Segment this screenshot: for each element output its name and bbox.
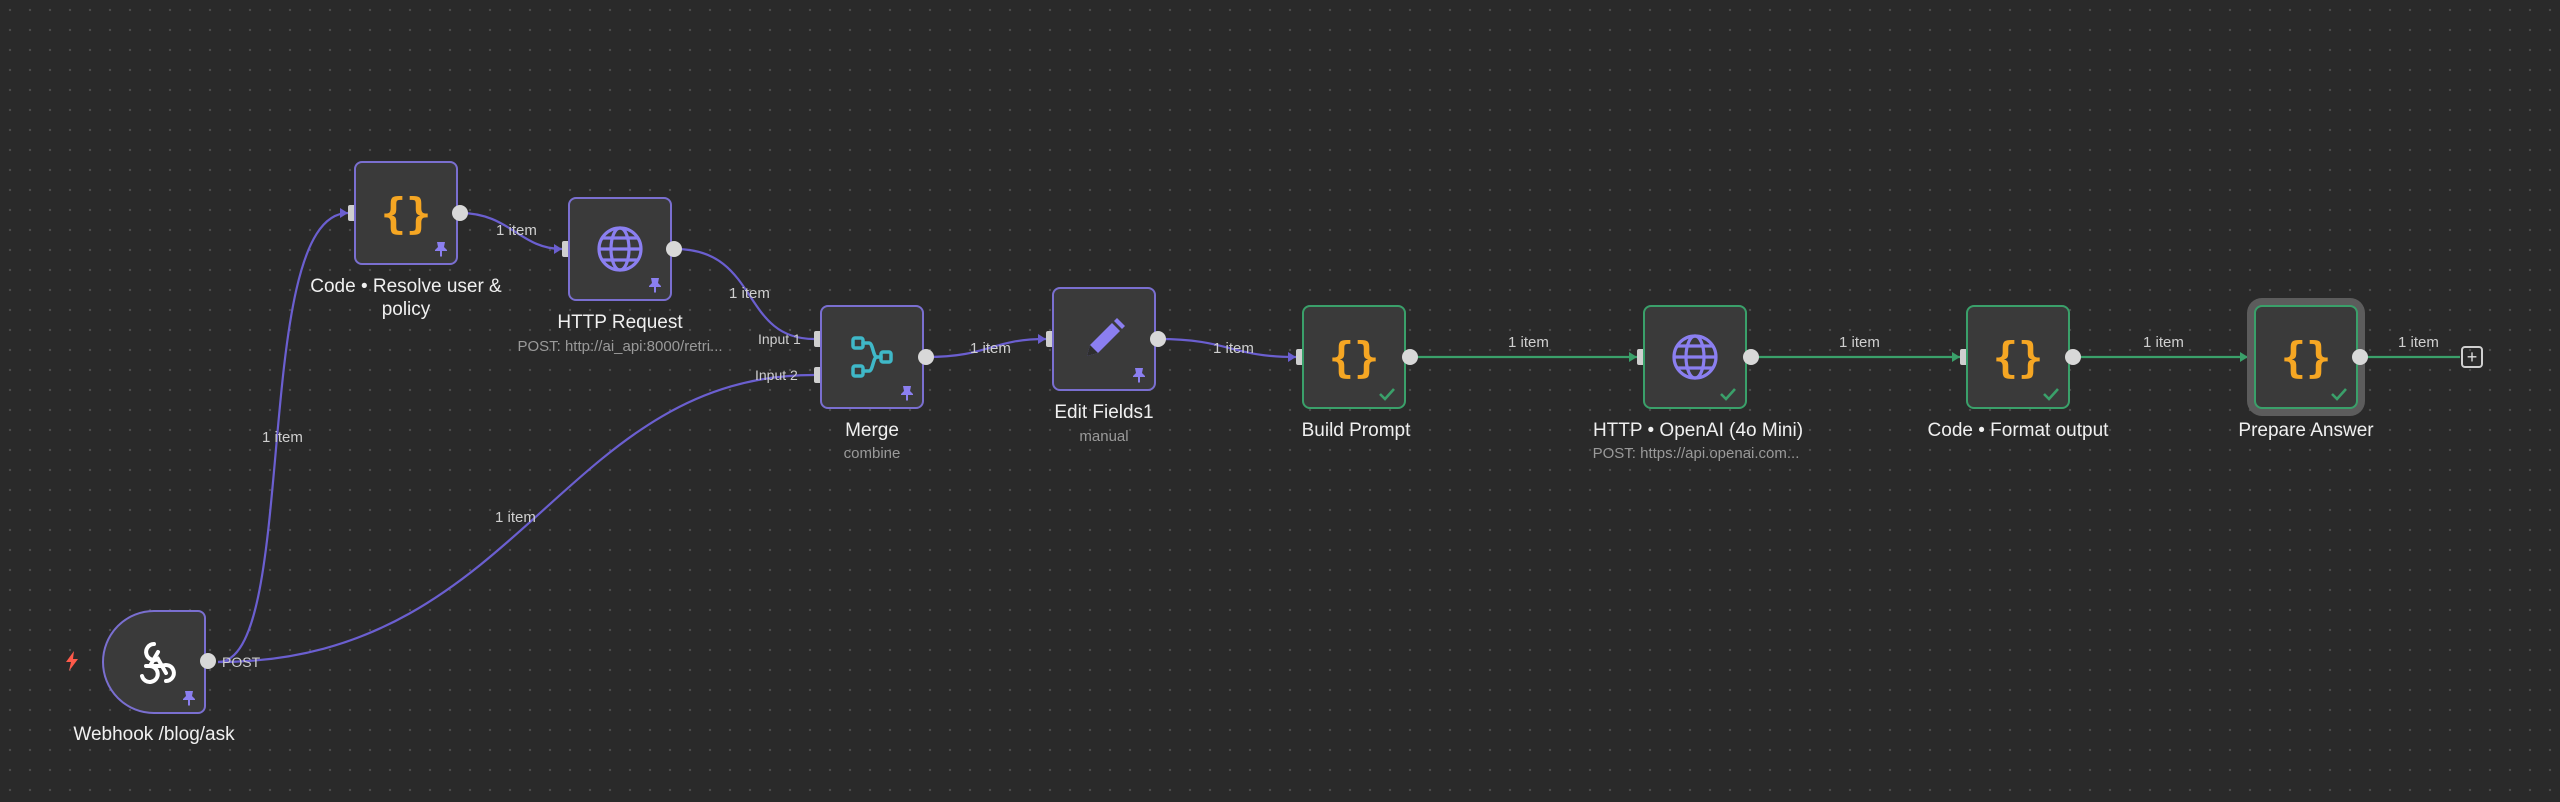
merge-subtitle: combine (843, 445, 901, 462)
pin-icon (183, 691, 195, 706)
trigger-bolt-icon (66, 651, 78, 671)
node-code-resolve-user-policy[interactable]: {} (354, 161, 458, 265)
code-resolve-output-port[interactable] (452, 205, 468, 221)
edge-label-edit-to-build: 1 item (1213, 340, 1254, 357)
http-openai-output-port[interactable] (1743, 349, 1759, 365)
webhook-output-port[interactable] (200, 653, 216, 669)
node-webhook[interactable] (102, 610, 206, 714)
edge-label-webhook-to-code: 1 item (262, 429, 303, 446)
node-build-prompt[interactable]: {} (1302, 305, 1406, 409)
edit-fields-title: Edit Fields1 (1054, 402, 1154, 423)
http-openai-subtitle: POST: https://api.openai.com... (1592, 445, 1800, 462)
merge-title: Merge (845, 420, 899, 441)
pin-icon (901, 386, 913, 401)
pin-icon (435, 242, 447, 257)
workflow-connections (217, 208, 2460, 664)
edge-label-openai-to-format: 1 item (1839, 334, 1880, 351)
http-request-title: HTTP Request (557, 312, 683, 333)
success-check-icon (2331, 388, 2347, 401)
node-http-openai[interactable] (1643, 305, 1747, 409)
svg-text:{}: {} (381, 189, 432, 238)
node-code-format-output[interactable]: {} (1966, 305, 2070, 409)
prepare-answer-title: Prepare Answer (2238, 420, 2374, 441)
svg-text:{}: {} (1993, 333, 2044, 382)
build-prompt-title: Build Prompt (1301, 420, 1411, 441)
node-http-request[interactable] (568, 197, 672, 301)
edit-fields-subtitle: manual (1079, 428, 1129, 445)
add-node-button[interactable]: + (2461, 346, 2483, 368)
svg-text:{}: {} (2281, 333, 2332, 382)
pin-icon (649, 278, 661, 293)
merge-input2-label: Input 2 (755, 367, 798, 383)
http-request-subtitle: POST: http://ai_api:8000/retri... (517, 338, 723, 355)
success-check-icon (1379, 388, 1395, 401)
edit-fields-output-port[interactable] (1150, 331, 1166, 347)
webhook-title: Webhook /blog/ask (73, 724, 235, 745)
edge-label-merge-to-edit: 1 item (970, 340, 1011, 357)
edge-label-format-to-prepare: 1 item (2143, 334, 2184, 351)
node-edit-fields[interactable] (1052, 287, 1156, 391)
code-format-title: Code • Format output (1927, 420, 2109, 441)
success-check-icon (2043, 388, 2059, 401)
merge-output-port[interactable] (918, 349, 934, 365)
merge-input1-label: Input 1 (758, 331, 801, 347)
code-format-output-port[interactable] (2065, 349, 2081, 365)
webhook-port-label: POST (222, 654, 261, 670)
code-resolve-title: Code • Resolve user & policy (310, 276, 502, 320)
edge-label-prepare-to-add: 1 item (2398, 334, 2439, 351)
node-merge[interactable] (820, 305, 924, 409)
prepare-answer-output-port[interactable] (2352, 349, 2368, 365)
pin-icon (1133, 368, 1145, 383)
success-check-icon (1720, 388, 1736, 401)
http-request-output-port[interactable] (666, 241, 682, 257)
edge-label-code-to-http: 1 item (496, 222, 537, 239)
edge-label-build-to-openai: 1 item (1508, 334, 1549, 351)
edge-label-http-to-merge: 1 item (729, 285, 770, 302)
edge-label-webhook-to-merge: 1 item (495, 509, 536, 526)
http-openai-title: HTTP • OpenAI (4o Mini) (1592, 420, 1804, 441)
node-prepare-answer[interactable]: {} (2254, 305, 2358, 409)
build-prompt-output-port[interactable] (1402, 349, 1418, 365)
svg-text:{}: {} (1329, 333, 1380, 382)
